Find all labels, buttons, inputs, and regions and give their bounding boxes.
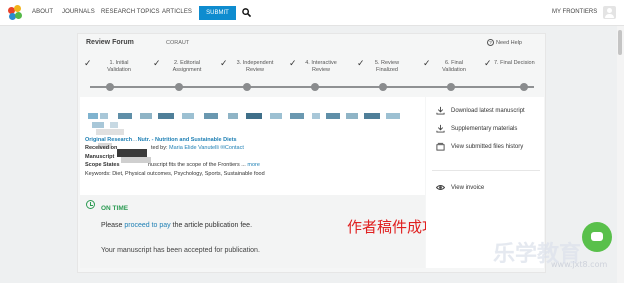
nav-research-topics[interactable]: RESEARCH TOPICS: [101, 9, 160, 15]
edited-by-line: ted by: Maria Elide Vanutelli ✉Contact: [151, 145, 244, 151]
download-manuscript-link[interactable]: Download latest manuscript: [451, 108, 525, 114]
proceed-to-pay-link[interactable]: proceed to pay: [124, 222, 170, 229]
files-history-link[interactable]: View submitted files history: [451, 144, 523, 150]
more-link[interactable]: more: [247, 162, 260, 168]
scrollbar[interactable]: [617, 26, 624, 283]
files-history-icon: [436, 142, 445, 151]
step-dot: [447, 83, 455, 91]
help-icon[interactable]: ?: [487, 39, 494, 46]
check-icon: ✓: [423, 58, 431, 68]
view-invoice-link[interactable]: View invoice: [451, 185, 484, 191]
step-initial-validation[interactable]: 1. Initial Validation: [96, 60, 142, 74]
nav-journals[interactable]: JOURNALS: [62, 9, 95, 15]
scope-text: nuscript fits the scope of the Frontiers…: [148, 162, 260, 168]
page-title: Review Forum: [86, 39, 134, 46]
step-final-validation[interactable]: 6. Final Validation: [434, 60, 474, 74]
eye-icon: [436, 185, 445, 190]
submit-button[interactable]: SUBMIT: [199, 6, 236, 20]
check-icon: ✓: [84, 58, 92, 68]
chat-button[interactable]: [582, 222, 612, 252]
step-dot: [311, 83, 319, 91]
search-icon[interactable]: [242, 8, 251, 17]
received-line: Received on: [85, 145, 118, 151]
watermark-url: www.jxt8.com: [551, 260, 608, 269]
manuscript-label: Manuscript: [85, 154, 115, 160]
check-icon: ✓: [220, 58, 228, 68]
step-review-finalized[interactable]: 5. Review Finalized: [367, 60, 407, 74]
avatar[interactable]: [603, 6, 616, 19]
check-icon: ✓: [357, 58, 365, 68]
step-editorial-assignment[interactable]: 2. Editorial Assignment: [164, 60, 210, 74]
status-badge: ON TIME: [101, 205, 129, 212]
step-dot: [243, 83, 251, 91]
need-help-link[interactable]: Need Help: [496, 40, 522, 46]
editor-link[interactable]: Maria Elide Vanutelli: [169, 145, 219, 151]
check-icon: ✓: [289, 58, 297, 68]
step-dot: [106, 83, 114, 91]
step-final-decision[interactable]: 7. Final Decision: [494, 60, 546, 67]
step-dot: [175, 83, 183, 91]
step-independent-review[interactable]: 3. Independent Review: [230, 60, 280, 74]
scope-line: Scope States: [85, 162, 120, 168]
manuscript-code: CORAUT: [166, 40, 190, 46]
check-icon: ✓: [153, 58, 161, 68]
contact-link[interactable]: ✉Contact: [220, 145, 244, 151]
scrollbar-thumb[interactable]: [618, 30, 622, 55]
check-icon: ✓: [484, 58, 492, 68]
article-type: Original Research…Nutr. - Nutrition and …: [85, 137, 237, 143]
nav-about[interactable]: ABOUT: [32, 9, 53, 15]
keywords: Keywords: Diet, Physical outcomes, Psych…: [85, 171, 265, 177]
frontiers-logo[interactable]: [8, 5, 22, 21]
top-nav-bar: ABOUT JOURNALS RESEARCH TOPICS ARTICLES …: [0, 0, 624, 26]
step-interactive-review[interactable]: 4. Interactive Review: [298, 60, 344, 74]
step-dot: [520, 83, 528, 91]
my-frontiers-link[interactable]: MY FRONTIERS: [552, 9, 597, 15]
download-icon: [436, 106, 445, 115]
download-icon: [436, 124, 445, 133]
payment-message: Please proceed to pay the article public…: [101, 222, 253, 229]
nav-articles[interactable]: ARTICLES: [162, 9, 192, 15]
supplementary-materials-link[interactable]: Supplementary materials: [451, 126, 517, 132]
accepted-message: Your manuscript has been accepted for pu…: [101, 247, 260, 254]
divider: [432, 170, 540, 171]
clock-icon: [86, 200, 95, 209]
step-dot: [379, 83, 387, 91]
